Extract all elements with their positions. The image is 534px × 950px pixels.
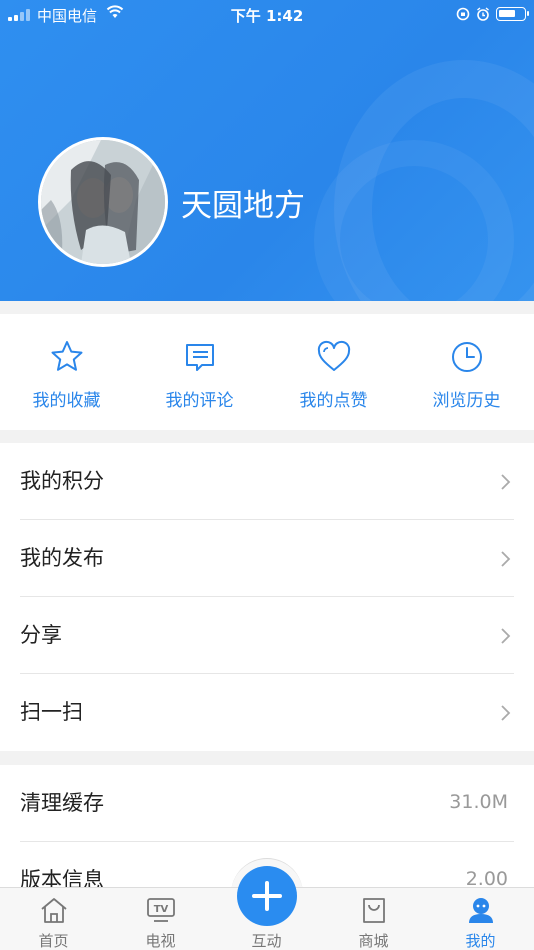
menu-row-label: 分享	[20, 623, 62, 647]
menu-row-points[interactable]: 我的积分	[0, 443, 534, 520]
cache-size: 31.0M	[449, 791, 508, 813]
tab-mine[interactable]: 我的	[427, 888, 534, 950]
plus-icon	[252, 881, 282, 911]
tab-label: 互动	[251, 932, 282, 950]
menu-row-label: 我的发布	[20, 546, 104, 570]
rotation-lock-icon	[456, 7, 470, 21]
tab-label: 我的	[465, 932, 496, 950]
menu-group-1: 我的积分 我的发布 分享 扫一扫	[0, 443, 534, 751]
menu-row-scan[interactable]: 扫一扫	[0, 674, 534, 751]
alarm-icon	[477, 7, 489, 21]
menu-row-posts[interactable]: 我的发布	[0, 520, 534, 597]
menu-row-label: 扫一扫	[20, 700, 83, 724]
quick-action-label: 我的评论	[165, 391, 234, 411]
menu-row-share[interactable]: 分享	[0, 597, 534, 674]
quick-action-likes[interactable]: 我的点赞	[267, 314, 400, 430]
quick-actions: 我的收藏 我的评论 我的点赞 浏览历史	[0, 314, 534, 430]
menu-row-label: 清理缓存	[20, 791, 104, 815]
tab-label: 商城	[358, 932, 389, 950]
quick-action-label: 我的收藏	[32, 391, 101, 411]
menu-row-clear-cache[interactable]: 清理缓存 31.0M	[0, 765, 534, 842]
tab-tv[interactable]: TV 电视	[107, 888, 214, 950]
status-right	[456, 5, 529, 23]
shopping-bag-icon	[362, 898, 385, 923]
quick-action-favorites[interactable]: 我的收藏	[0, 314, 133, 430]
battery-icon	[496, 7, 529, 21]
tab-home[interactable]: 首页	[0, 888, 107, 950]
tab-label: 电视	[145, 932, 176, 950]
quick-action-comments[interactable]: 我的评论	[133, 314, 266, 430]
comment-icon	[185, 344, 214, 371]
chevron-right-icon	[501, 551, 511, 567]
username[interactable]: 天圆地方	[181, 180, 305, 225]
tv-badge: TV	[153, 904, 168, 915]
quick-action-label: 我的点赞	[299, 391, 368, 411]
avatar-image	[41, 140, 165, 264]
quick-action-history[interactable]: 浏览历史	[400, 314, 533, 430]
home-icon	[40, 898, 67, 923]
menu-row-label: 我的积分	[20, 469, 104, 493]
interact-add-button[interactable]	[237, 866, 297, 926]
profile-header: 中国电信 下午 1:42 天圆地方	[0, 0, 534, 301]
heart-icon	[317, 340, 350, 371]
status-time: 下午 1:42	[230, 7, 304, 25]
chevron-right-icon	[501, 705, 511, 721]
chevron-right-icon	[501, 474, 511, 490]
user-icon	[468, 898, 493, 923]
tab-label: 首页	[38, 932, 69, 950]
tv-icon: TV	[146, 898, 175, 922]
quick-action-label: 浏览历史	[432, 391, 501, 411]
star-icon	[51, 341, 82, 371]
tab-mall[interactable]: 商城	[320, 888, 427, 950]
status-bar: 中国电信 下午 1:42	[0, 0, 534, 28]
chevron-right-icon	[501, 628, 511, 644]
clock-icon	[451, 342, 482, 372]
avatar[interactable]	[38, 137, 168, 267]
